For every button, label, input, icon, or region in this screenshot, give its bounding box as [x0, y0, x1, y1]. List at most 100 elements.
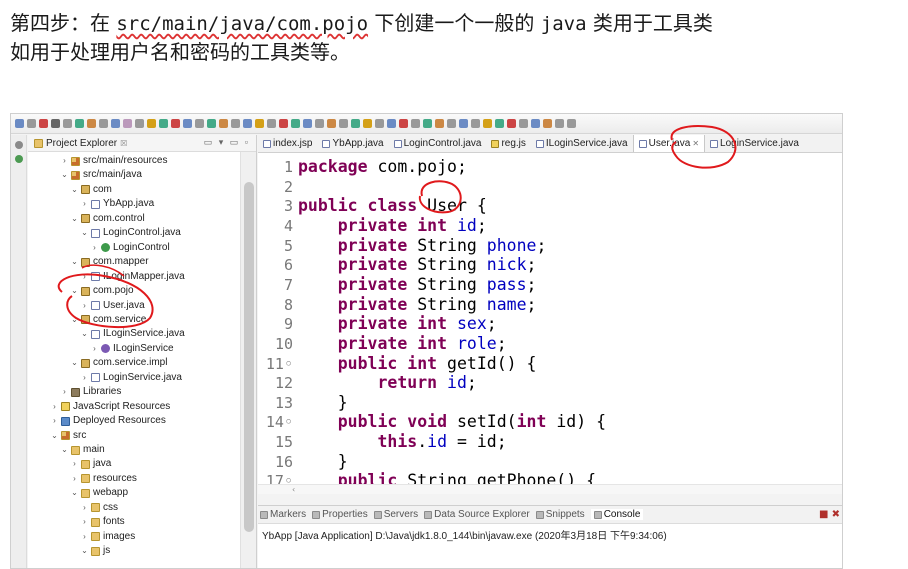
toolbar-button-icon[interactable] [507, 119, 516, 128]
tree-item-java[interactable]: › java [70, 457, 111, 471]
view-icon[interactable] [15, 155, 23, 163]
chevron-right-icon[interactable]: › [50, 400, 59, 414]
code-line[interactable]: 5 private String phone; [258, 236, 546, 256]
code-line[interactable]: 14◦ public void setId(int id) { [258, 412, 606, 432]
code-line[interactable]: 1 package com.pojo; [258, 157, 467, 177]
toolbar-button-icon[interactable] [111, 119, 120, 128]
tree-item-com-mapper[interactable]: ⌄ com.mapper [70, 255, 148, 269]
toolbar-button-icon[interactable] [135, 119, 144, 128]
toolbar-button-icon[interactable] [495, 119, 504, 128]
tree-item-css[interactable]: › css [80, 501, 118, 515]
tree-item-com-service[interactable]: ⌄ com.service [70, 313, 146, 327]
code-line[interactable]: 3 public class User { [258, 196, 487, 216]
tree-item-webapp[interactable]: ⌄ webapp [70, 486, 128, 500]
tree-item-com-control[interactable]: ⌄ com.control [70, 212, 145, 226]
tree-item-images[interactable]: › images [80, 530, 135, 544]
code-line[interactable]: 9 private int sex; [258, 314, 497, 334]
toolbar-button-icon[interactable] [567, 119, 576, 128]
scroll-left-icon[interactable]: ‹ [292, 485, 295, 494]
chevron-down-icon[interactable]: ⌄ [50, 429, 59, 443]
toolbar-button-icon[interactable] [279, 119, 288, 128]
chevron-right-icon[interactable]: › [60, 385, 69, 399]
chevron-right-icon[interactable]: › [80, 197, 89, 211]
code-area[interactable]: 1 package com.pojo; 2 3 public class User {4… [258, 153, 842, 486]
toolbar-button-icon[interactable] [183, 119, 192, 128]
tree-item-fonts[interactable]: › fonts [80, 515, 125, 529]
toolbar-button-icon[interactable] [459, 119, 468, 128]
code-line[interactable]: 15 this.id = id; [258, 432, 507, 452]
toolbar-button-icon[interactable] [339, 119, 348, 128]
tree-item-iloginservice[interactable]: › ILoginService [90, 342, 173, 356]
toolbar-button-icon[interactable] [243, 119, 252, 128]
tree-item-main[interactable]: ⌄ main [60, 443, 105, 457]
toolbar-button-icon[interactable] [51, 119, 60, 128]
toolbar-button-icon[interactable] [483, 119, 492, 128]
toolbar-button-icon[interactable] [351, 119, 360, 128]
chevron-right-icon[interactable]: › [80, 501, 89, 515]
tree-item-com[interactable]: ⌄ com [70, 183, 112, 197]
toolbar-button-icon[interactable] [75, 119, 84, 128]
chevron-down-icon[interactable]: ⌄ [70, 313, 79, 327]
editor-tab-reg-js[interactable]: reg.js [486, 135, 530, 152]
toolbar-button-icon[interactable] [99, 119, 108, 128]
view-icon[interactable] [15, 141, 23, 149]
chevron-down-icon[interactable]: ⌄ [70, 212, 79, 226]
code-line[interactable]: 4 private int id; [258, 216, 487, 236]
chevron-right-icon[interactable]: › [80, 515, 89, 529]
tree-item-iloginservice-java[interactable]: ⌄ ILoginService.java [80, 327, 185, 341]
tree-item-com-pojo[interactable]: ⌄ com.pojo [70, 284, 133, 298]
toolbar-button-icon[interactable] [375, 119, 384, 128]
tree-item-iloginmapper-java[interactable]: › ILoginMapper.java [80, 270, 185, 284]
view-tab-data-source-explorer[interactable]: Data Source Explorer [424, 509, 530, 520]
chevron-right-icon[interactable]: › [60, 154, 69, 168]
tree-item-src-main-resources[interactable]: › src/main/resources [60, 154, 167, 168]
toolbar-button-icon[interactable] [219, 119, 228, 128]
close-icon[interactable]: ✕ [692, 135, 699, 152]
chevron-down-icon[interactable]: ⌄ [60, 443, 69, 457]
view-tab-markers[interactable]: Markers [260, 509, 306, 520]
toolbar-button-icon[interactable] [27, 119, 36, 128]
chevron-down-icon[interactable]: ⌄ [80, 226, 89, 240]
tree-item-logincontrol-java[interactable]: ⌄ LoginControl.java [80, 226, 181, 240]
chevron-right-icon[interactable]: › [50, 414, 59, 428]
toolbar-button-icon[interactable] [315, 119, 324, 128]
tree-item-com-service-impl[interactable]: ⌄ com.service.impl [70, 356, 167, 370]
toolbar-button-icon[interactable] [531, 119, 540, 128]
chevron-down-icon[interactable]: ⌄ [80, 327, 89, 341]
tree-item-javascript-resources[interactable]: › JavaScript Resources [50, 400, 170, 414]
chevron-down-icon[interactable]: ⌄ [60, 168, 69, 182]
editor-tab-index-jsp[interactable]: index.jsp [258, 135, 317, 152]
chevron-down-icon[interactable]: ⌄ [70, 356, 79, 370]
toolbar-button-icon[interactable] [15, 119, 24, 128]
toolbar-button-icon[interactable] [363, 119, 372, 128]
toolbar-button-icon[interactable] [555, 119, 564, 128]
chevron-right-icon[interactable]: › [70, 457, 79, 471]
code-line[interactable]: 11◦ public int getId() { [258, 354, 537, 374]
view-tab-snippets[interactable]: Snippets [535, 509, 585, 520]
tree-scroll-thumb[interactable] [244, 182, 254, 532]
chevron-down-icon[interactable]: ⌄ [70, 255, 79, 269]
tree-item-libraries[interactable]: › Libraries [60, 385, 121, 399]
code-line[interactable]: 12 return id; [258, 373, 477, 393]
toolbar-button-icon[interactable] [471, 119, 480, 128]
editor-tab-ybapp-java[interactable]: YbApp.java [317, 135, 388, 152]
chevron-right-icon[interactable]: › [80, 371, 89, 385]
code-line[interactable]: 6 private String nick; [258, 255, 537, 275]
tree-item-src[interactable]: ⌄ src [50, 429, 86, 443]
code-line[interactable]: 8 private String name; [258, 295, 537, 315]
code-line[interactable]: 13 } [258, 393, 348, 413]
toolbar-button-icon[interactable] [159, 119, 168, 128]
horizontal-scrollbar[interactable]: ‹ [258, 484, 842, 494]
toolbar-button-icon[interactable] [87, 119, 96, 128]
tree-item-deployed-resources[interactable]: › Deployed Resources [50, 414, 166, 428]
tree-item-js[interactable]: ⌄ js [80, 544, 110, 558]
tree-scrollbar[interactable] [240, 152, 256, 568]
view-tab-servers[interactable]: Servers [373, 509, 418, 520]
toolbar-button-icon[interactable] [123, 119, 132, 128]
chevron-down-icon[interactable]: ⌄ [70, 284, 79, 298]
toolbar-button-icon[interactable] [39, 119, 48, 128]
tree-item-ybapp-java[interactable]: › YbApp.java [80, 197, 154, 211]
code-line[interactable]: 16 } [258, 452, 348, 472]
chevron-right-icon[interactable]: › [80, 299, 89, 313]
chevron-right-icon[interactable]: › [70, 472, 79, 486]
